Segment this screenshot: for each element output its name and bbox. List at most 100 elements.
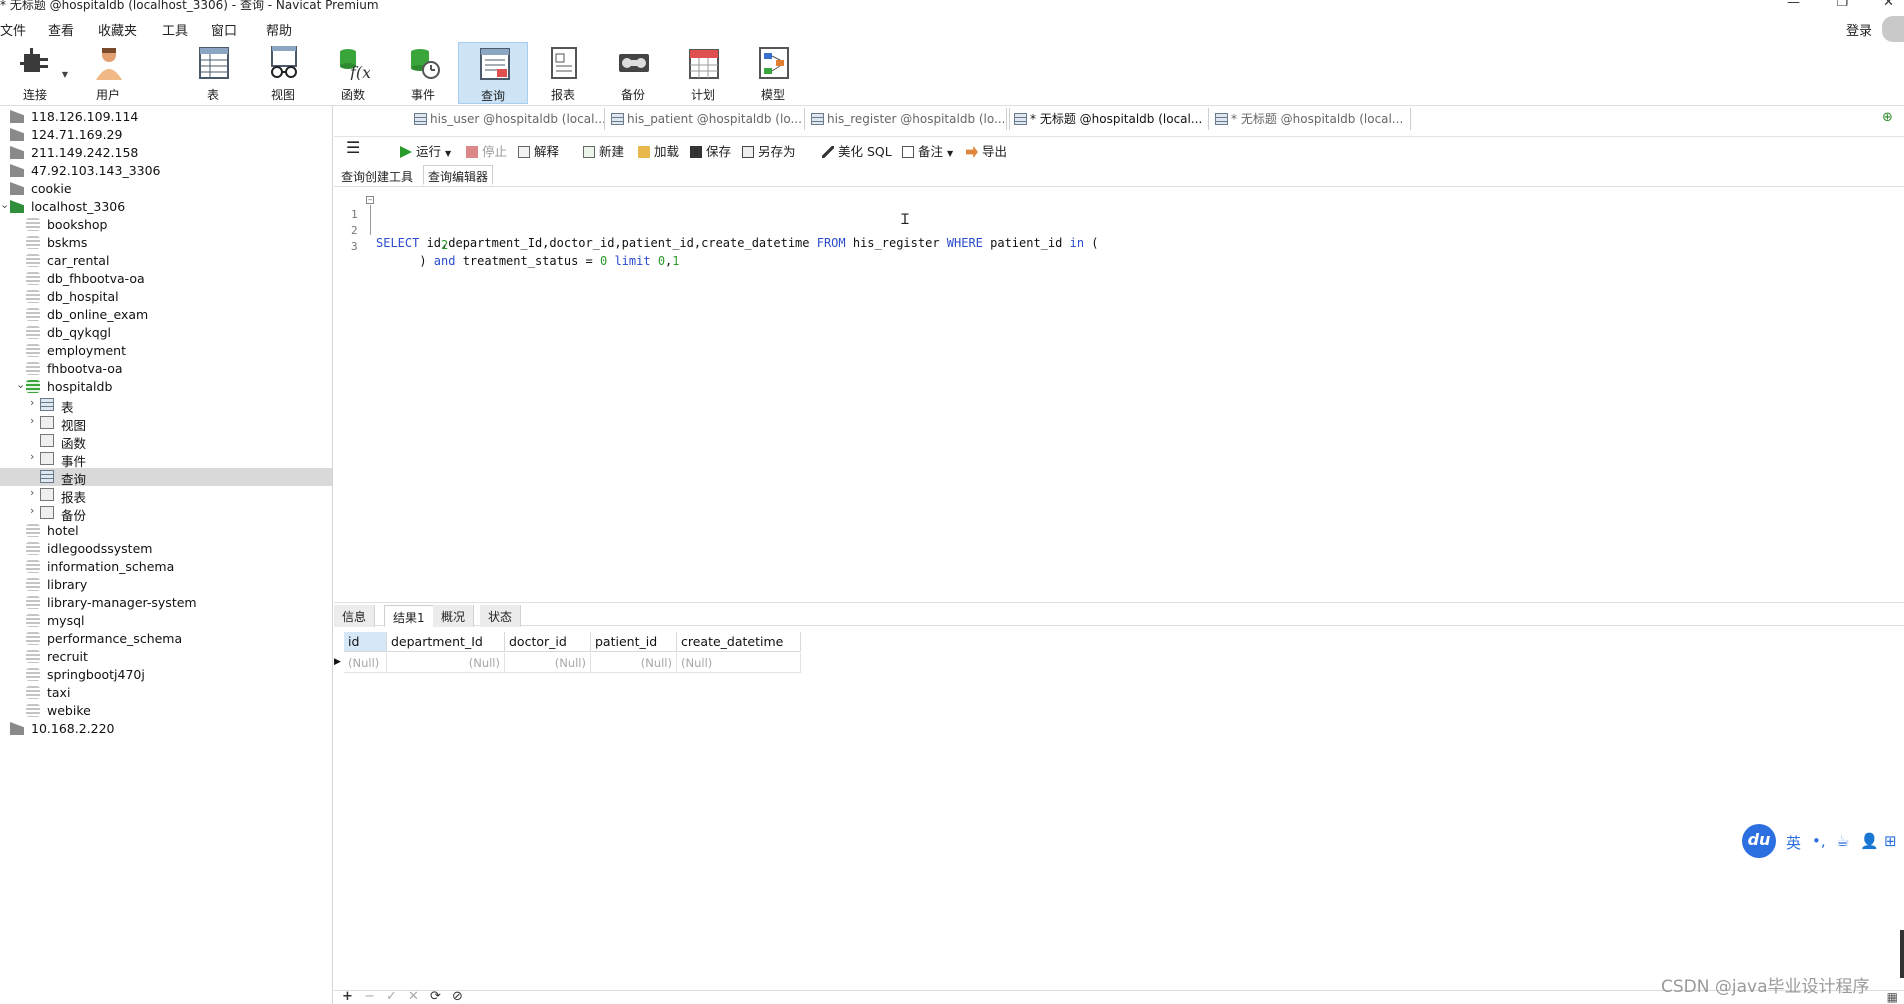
table-button[interactable]: 表 [178, 42, 248, 104]
tree-node[interactable]: hotel [0, 522, 332, 540]
query-button[interactable]: 查询 [458, 42, 528, 104]
table-cell[interactable]: (Null) [677, 653, 801, 673]
stop-refresh-button[interactable]: ⊘ [452, 989, 463, 1004]
tab-untitled-query-active[interactable]: * 无标题 @hospitaldb (local... [1009, 108, 1209, 130]
chevron-down-icon[interactable]: ▼ [445, 149, 451, 158]
ime-punctuation-icon[interactable]: •, [1812, 832, 1826, 850]
table-cell[interactable]: (Null) [344, 653, 387, 673]
column-header[interactable]: id [344, 632, 387, 652]
table-cell[interactable]: (Null) [505, 653, 591, 673]
tab-result-1[interactable]: 结果1 [384, 605, 434, 627]
restore-button[interactable]: ❐ [1836, 0, 1848, 10]
menu-view[interactable]: 查看 [48, 20, 74, 39]
backup-button[interactable]: 备份 [598, 42, 668, 104]
chevron-right-icon[interactable]: › [30, 414, 34, 427]
load-button[interactable]: 加载 [638, 141, 679, 160]
tree-node[interactable]: information_schema [0, 558, 332, 576]
tree-node[interactable]: bskms [0, 234, 332, 252]
avatar[interactable] [1882, 16, 1904, 42]
report-button[interactable]: 报表 [528, 42, 598, 104]
add-record-button[interactable]: + [342, 989, 353, 1004]
menu-help[interactable]: 帮助 [266, 20, 292, 39]
tab-query-builder[interactable]: 查询创建工具 [336, 165, 418, 185]
tab-his-patient[interactable]: his_patient @hospitaldb (lo... [607, 108, 805, 130]
save-button[interactable]: 保存 [690, 141, 731, 160]
ime-skin-icon[interactable]: ☕ [1836, 832, 1849, 850]
tree-node[interactable]: mysql [0, 612, 332, 630]
fold-toggle-icon[interactable]: − [366, 196, 374, 204]
save-as-button[interactable]: 另存为 [742, 141, 796, 160]
tree-node[interactable]: bookshop [0, 216, 332, 234]
add-tab-icon[interactable]: ⊕ [1882, 110, 1898, 126]
tree-node[interactable]: idlegoodssystem [0, 540, 332, 558]
schedule-button[interactable]: 计划 [668, 42, 738, 104]
tree-node[interactable]: db_fhbootva-oa [0, 270, 332, 288]
chevron-right-icon[interactable]: › [30, 504, 34, 517]
tab-info[interactable]: 信息 [334, 605, 376, 627]
new-button[interactable]: 新建 [583, 141, 624, 160]
tree-node[interactable]: 查询 [0, 468, 332, 487]
menu-favorites[interactable]: 收藏夹 [98, 20, 137, 39]
tree-node[interactable]: 函数 [0, 432, 332, 451]
tree-node[interactable]: car_rental [0, 252, 332, 270]
apply-changes-button[interactable]: ✓ [386, 989, 397, 1004]
chevron-down-icon[interactable]: ▼ [947, 149, 953, 158]
hamburger-menu-button[interactable]: ☰ [346, 138, 360, 157]
tab-profile[interactable]: 概况 [433, 605, 475, 627]
column-header[interactable]: create_datetime [677, 632, 801, 652]
function-button[interactable]: f(x) 函数 [318, 42, 388, 104]
tree-node[interactable]: library-manager-system [0, 594, 332, 612]
event-button[interactable]: 事件 [388, 42, 458, 104]
stop-button[interactable]: 停止 [466, 141, 507, 160]
tree-node[interactable]: 211.149.242.158 [0, 144, 332, 162]
tree-node[interactable]: cookie [0, 180, 332, 198]
tab-query-editor[interactable]: 查询编辑器 [423, 165, 494, 185]
model-button[interactable]: 模型 [738, 42, 808, 104]
column-header[interactable]: department_Id [387, 632, 505, 652]
table-cell[interactable]: (Null) [387, 653, 505, 673]
chevron-right-icon[interactable]: › [30, 450, 34, 463]
tree-node[interactable]: db_online_exam [0, 306, 332, 324]
tree-node[interactable]: › 表 [0, 396, 332, 415]
baidu-ime-logo[interactable]: du [1742, 824, 1776, 858]
tree-node[interactable]: performance_schema [0, 630, 332, 648]
tree-node[interactable]: 118.126.109.114 [0, 108, 332, 126]
ime-language-toggle[interactable]: 英 [1786, 832, 1801, 853]
tree-node[interactable]: recruit [0, 648, 332, 666]
tab-his-user[interactable]: his_user @hospitaldb (local... [410, 108, 605, 130]
tree-node[interactable]: › 事件 [0, 450, 332, 469]
beautify-sql-button[interactable]: 美化 SQL [822, 141, 892, 160]
tree-node[interactable]: db_hospital [0, 288, 332, 306]
user-button[interactable]: 用户 [73, 42, 143, 104]
tree-node[interactable]: › 备份 [0, 504, 332, 523]
chevron-down-icon[interactable]: ⌄ [16, 378, 25, 391]
explain-button[interactable]: 解释 [518, 141, 559, 160]
discard-changes-button[interactable]: ✕ [408, 989, 419, 1004]
chevron-right-icon[interactable]: › [30, 396, 34, 409]
scrollbar[interactable] [1900, 930, 1904, 978]
tree-node[interactable]: ⌄ hospitaldb [0, 378, 332, 396]
tree-node[interactable]: library [0, 576, 332, 594]
export-button[interactable]: 导出 [966, 141, 1007, 160]
delete-record-button[interactable]: − [364, 989, 375, 1004]
tree-node[interactable]: taxi [0, 684, 332, 702]
grid-view-icon[interactable]: ▦ [1887, 990, 1898, 1004]
tree-node[interactable]: › 报表 [0, 486, 332, 505]
minimize-button[interactable]: — [1787, 0, 1800, 10]
connect-button[interactable]: 连接 ▼ [0, 42, 70, 104]
run-button[interactable]: 运行 ▼ [400, 141, 451, 160]
menu-window[interactable]: 窗口 [211, 20, 237, 39]
table-cell[interactable]: (Null) [591, 653, 677, 673]
tab-untitled-query[interactable]: * 无标题 @hospitaldb (local... [1211, 108, 1411, 130]
login-link[interactable]: 登录 [1846, 20, 1872, 39]
menu-tools[interactable]: 工具 [162, 20, 188, 39]
tree-node[interactable]: › 视图 [0, 414, 332, 433]
tab-his-register[interactable]: his_register @hospitaldb (lo... [807, 108, 1007, 130]
tree-node[interactable]: employment [0, 342, 332, 360]
chevron-down-icon[interactable]: ▼ [62, 70, 68, 79]
ime-grid-icon[interactable]: ⊞ [1884, 832, 1897, 850]
refresh-button[interactable]: ⟳ [430, 989, 441, 1004]
tree-node[interactable]: 124.71.169.29 [0, 126, 332, 144]
view-button[interactable]: 视图 [248, 42, 318, 104]
column-header[interactable]: patient_id [591, 632, 677, 652]
